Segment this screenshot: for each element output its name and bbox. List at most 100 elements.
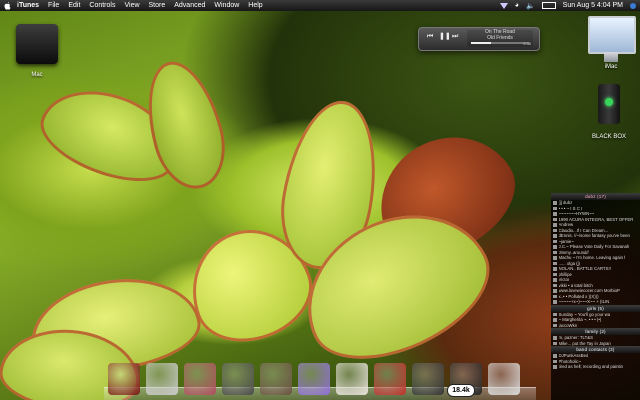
- buddy-name: Andrew: [558, 222, 574, 228]
- desktop-wallpaper: [0, 0, 640, 400]
- buddy-name: Photoholic~: [558, 358, 582, 364]
- volume-icon[interactable]: 🔈: [526, 2, 535, 10]
- itunes-mini-player: ⏮ ❚❚ ⏭ On The Road Old Friends 2:38: [418, 27, 540, 51]
- compass-icon[interactable]: [108, 363, 140, 395]
- pause-icon[interactable]: ❚❚: [439, 33, 451, 41]
- menu-clock[interactable]: Sun Aug 5 4:04 PM: [563, 2, 623, 9]
- black-box-light: [605, 98, 613, 106]
- buddy-name: ~~~~~+x~)~~~X~~ + (ILIN: [558, 299, 610, 305]
- next-icon[interactable]: ⏭: [452, 33, 458, 41]
- buddy-icon: [553, 261, 557, 265]
- buddy-name: www.lovewiecocer.com MorbioP: [558, 288, 620, 294]
- buddy-icon: [553, 239, 557, 243]
- buddy-name: NOLAN.. BATTLE CARTS!!: [558, 266, 611, 272]
- section-header[interactable]: band contacts (3): [551, 346, 640, 353]
- stack-icon[interactable]: [184, 363, 216, 395]
- buddy-name: dEnnis. //~/some fantasy you've been: [558, 233, 630, 239]
- buddy-icon: [553, 300, 557, 304]
- buddy-name: DJPunkAssBed: [558, 353, 589, 359]
- hard-drive-icon[interactable]: [16, 24, 58, 64]
- buddy-name: Mike... put the Tay in Japan: [558, 340, 611, 346]
- buddy-icon: [553, 228, 557, 232]
- buddy-icon: [553, 267, 557, 271]
- menu-app-name[interactable]: iTunes: [17, 2, 39, 9]
- menu-view[interactable]: View: [124, 2, 139, 9]
- mailbox-icon[interactable]: [412, 363, 444, 395]
- black-box-label[interactable]: BLACK BOX: [588, 134, 630, 140]
- section-header[interactable]: family (2): [551, 328, 640, 335]
- apple-menu-icon[interactable]: [4, 1, 11, 10]
- figure-icon[interactable]: [374, 363, 406, 395]
- previous-icon[interactable]: ⏮: [427, 33, 433, 41]
- buddy-name: Claudio...If I Can Dream...: [558, 227, 609, 233]
- menu-controls[interactable]: Controls: [89, 2, 115, 9]
- buddy-name: x..• • Polluted x )(X))): [558, 293, 599, 299]
- menu-bar: iTunes File Edit Controls View Store Adv…: [0, 0, 640, 11]
- buddy-icon: [553, 341, 557, 345]
- menu-edit[interactable]: Edit: [68, 2, 80, 9]
- section-header[interactable]: dubz (17): [551, 193, 640, 200]
- buddy-name: Victor: [558, 277, 570, 283]
- buddy-icon: [553, 289, 557, 293]
- heartagram-menu-icon[interactable]: [499, 2, 508, 9]
- buddy-name: m, pazner: TLT&S: [558, 335, 593, 341]
- buddy-icon: [553, 318, 557, 322]
- spotlight-icon[interactable]: [630, 2, 636, 9]
- buddy-icon: [553, 365, 557, 369]
- imac-label[interactable]: iMac: [590, 64, 632, 70]
- buddy-name: • • • ~ I S C I: [558, 205, 583, 211]
- buddy-name: Machu ~ I'm home. Leaving again f: [558, 255, 626, 261]
- buddy-name: ~jamie~: [558, 238, 574, 244]
- now-playing-display: On The Road Old Friends 2:38: [467, 29, 533, 47]
- heartagram-icon[interactable]: [298, 363, 330, 395]
- time-remaining: 2:38: [523, 41, 531, 46]
- buddy-icon: [553, 278, 557, 282]
- dock-badge: 18.4k: [447, 384, 475, 397]
- boombox-icon[interactable]: [260, 363, 292, 395]
- buddy-icon: [553, 354, 557, 358]
- synth-icon[interactable]: [222, 363, 254, 395]
- buddy-icon: [553, 323, 557, 327]
- buddy-row[interactable]: J.C.~ Please Vote Daily For Savanah: [551, 244, 640, 250]
- buddy-icon: [553, 245, 557, 249]
- buddy-icon: [553, 206, 557, 210]
- section-header[interactable]: girls (5): [551, 304, 640, 312]
- buddy-icon: [553, 336, 557, 340]
- buddy-name: Jimmy..around//: [558, 249, 589, 255]
- menu-file[interactable]: File: [48, 2, 59, 9]
- menu-advanced[interactable]: Advanced: [174, 2, 205, 9]
- buddy-icon: [553, 201, 557, 205]
- wifi-icon[interactable]: ◕: [515, 2, 519, 9]
- buddy-icon: [553, 256, 557, 260]
- buddy-name: ...... olga (j): [558, 260, 581, 266]
- buddy-icon: [553, 234, 557, 238]
- imac-icon[interactable]: [588, 16, 636, 54]
- apple-box-icon[interactable]: [146, 363, 178, 395]
- buddy-icon: [553, 250, 557, 254]
- menu-window[interactable]: Window: [214, 2, 239, 9]
- buddy-icon: [553, 283, 557, 287]
- buddy-row[interactable]: tired as hell; recording and paintin: [551, 364, 640, 370]
- buddy-icon: [553, 359, 557, 363]
- battery-icon[interactable]: [541, 2, 556, 9]
- buddy-icon: [553, 217, 557, 221]
- buddy-name: 1990 ACURA INTEGRA, BEST OFFER: [558, 216, 634, 222]
- buddy-name: Sunday ~ You'll go your wa: [558, 311, 611, 317]
- buddy-icon: [553, 312, 557, 316]
- eyeball-icon[interactable]: [336, 363, 368, 395]
- buddy-name: jaccoWkn: [558, 322, 578, 328]
- hard-drive-label[interactable]: Mac: [13, 72, 61, 78]
- buddy-row[interactable]: dEnnis. //~/some fantasy you've been: [551, 233, 640, 239]
- progress-track[interactable]: [471, 42, 529, 44]
- progress-fill: [471, 42, 492, 44]
- buddy-name: J.C.~ Please Vote Daily For Savanah: [558, 244, 630, 250]
- trash-icon[interactable]: [488, 363, 520, 395]
- menu-help[interactable]: Help: [248, 2, 262, 9]
- menu-store[interactable]: Store: [149, 2, 166, 9]
- buddy-name: tired as hell; recording and paintin: [558, 364, 624, 370]
- buddy-name: ~~~~~~~HYWN~~: [558, 211, 595, 217]
- buddy-icon: [553, 212, 557, 216]
- buddy-row[interactable]: 1990 ACURA INTEGRA, BEST OFFER: [551, 217, 640, 223]
- buddy-list-panel: dubz (17) [j] dubz • • • ~ I S C I ~~~~~~~H…: [551, 193, 640, 400]
- buddy-icon: [553, 223, 557, 227]
